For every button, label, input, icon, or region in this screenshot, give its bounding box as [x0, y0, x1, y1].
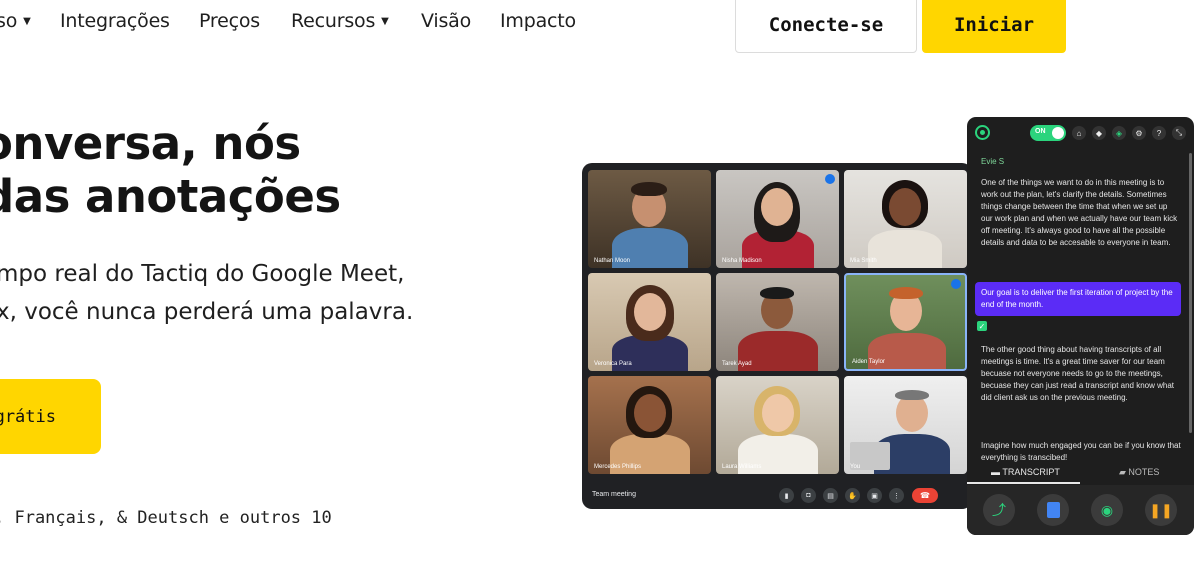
scrollbar	[1189, 153, 1192, 433]
tab-transcript-label: TRANSCRIPT	[1002, 467, 1060, 477]
eraser-icon: ◆	[1092, 126, 1106, 140]
tactiq-panel-illustration: ON ⌂ ◆ ◈ ⚙ ? ⤡ Evie S One of the things …	[967, 117, 1194, 535]
tactiq-logo-icon	[975, 125, 990, 140]
participant-tile: Aiden Taylor	[844, 273, 967, 371]
share-icon: ⤴	[983, 494, 1015, 526]
tab-transcript: ▬ TRANSCRIPT	[991, 467, 1060, 477]
participant-name: Laura Williams	[722, 464, 762, 470]
panel-tabs: ▬ TRANSCRIPT ▰ NOTES	[967, 463, 1194, 484]
participant-name: Aiden Taylor	[852, 359, 885, 365]
chevron-down-icon: ▼	[381, 16, 389, 27]
tab-notes: ▰ NOTES	[1119, 467, 1159, 478]
transcript-paragraph: The other good thing about having transc…	[981, 345, 1174, 402]
tactiq-toolbar: ON ⌂ ◆ ◈ ⚙ ? ⤡	[967, 117, 1194, 150]
end-call-icon: ☎	[912, 488, 938, 503]
participant-tile: You	[844, 376, 967, 474]
participant-name: Nathan Moon	[594, 258, 631, 264]
cta-free-button[interactable]: grátis	[0, 379, 101, 454]
speaker-name: Evie S	[981, 157, 1005, 166]
hero-subtext-line1: mpo real do Tactiq do Google Meet,	[0, 261, 405, 287]
nav-item-partial-label: so	[0, 10, 18, 32]
hero-subtext-line2: x, você nunca perderá uma palavra.	[0, 299, 414, 325]
camera-icon: ◉	[1091, 494, 1123, 526]
toggle-label: ON	[1035, 128, 1046, 135]
participant-name: Nisha Madison	[722, 258, 762, 264]
participant-name: You	[850, 464, 861, 470]
pause-icon: ❚❚	[1145, 494, 1177, 526]
nav-item-partial[interactable]: so ▼	[0, 10, 31, 32]
transcript-paragraph: One of the things we want to do in this …	[981, 178, 1178, 247]
shield-icon: ◈	[1112, 126, 1126, 140]
hero-heading-line2: das anotações	[0, 170, 341, 223]
participant-tile: Tarek Ayad	[716, 273, 839, 371]
hand-icon: ✋	[845, 488, 860, 503]
transcript-icon: ▬	[991, 467, 1003, 477]
check-icon: ✓	[977, 321, 987, 331]
on-toggle: ON	[1030, 125, 1066, 141]
camera-icon: ◘	[801, 488, 816, 503]
captions-icon: ▤	[823, 488, 838, 503]
highlighted-transcript: Our goal is to deliver the first iterati…	[975, 282, 1181, 316]
participant-tile: Mia Smith	[844, 170, 967, 268]
participant-tile: Mercedes Phillips	[588, 376, 711, 474]
transcript-paragraph: Imagine how much engaged you can be if y…	[981, 441, 1181, 462]
gear-icon: ⚙	[1132, 126, 1146, 140]
tab-notes-label: NOTES	[1128, 467, 1160, 477]
active-tab-underline	[967, 482, 1080, 484]
panel-footer: ⤴ ◉ ❚❚	[967, 485, 1194, 535]
login-button[interactable]: Conecte-se	[735, 0, 917, 53]
mic-icon: ▮	[779, 488, 794, 503]
participant-tile: Veronica Para	[588, 273, 711, 371]
participant-name: Mercedes Phillips	[594, 464, 642, 470]
meeting-title: Team meeting	[592, 491, 636, 498]
participant-name: Mia Smith	[850, 258, 877, 264]
nav-item-resources[interactable]: Recursos ▼	[291, 10, 389, 32]
meet-control-bar: Team meeting ▮ ◘ ▤ ✋ ▣ ⋮ ☎	[582, 483, 972, 509]
nav-item-integrations[interactable]: Integrações	[60, 10, 170, 32]
nav-item-impact[interactable]: Impacto	[500, 10, 576, 32]
languages-text: , Français, & Deutsch e outros 10	[0, 508, 332, 528]
present-icon: ▣	[867, 488, 882, 503]
speaking-icon	[825, 174, 835, 184]
participant-tile: Laura Williams	[716, 376, 839, 474]
meet-window-illustration: Nathan Moon Nisha Madison Mia Smith Vero…	[582, 163, 972, 509]
start-button[interactable]: Iniciar	[922, 0, 1066, 53]
participant-name: Tarek Ayad	[722, 361, 752, 367]
notes-icon: ▰	[1119, 467, 1129, 477]
participant-tile: Nisha Madison	[716, 170, 839, 268]
participant-name: Veronica Para	[594, 361, 632, 367]
speaking-icon	[951, 279, 961, 289]
toggle-knob	[1052, 127, 1064, 139]
chevron-down-icon: ▼	[23, 16, 31, 27]
participant-tile: Nathan Moon	[588, 170, 711, 268]
more-icon: ⋮	[889, 488, 904, 503]
docs-icon	[1037, 494, 1069, 526]
nav-item-resources-label: Recursos	[291, 10, 376, 32]
nav-item-pricing[interactable]: Preços	[199, 10, 260, 32]
hero-heading-line1: onversa, nós	[0, 117, 301, 170]
nav-item-vision[interactable]: Visão	[421, 10, 471, 32]
collapse-icon: ⤡	[1172, 126, 1186, 140]
help-icon: ?	[1152, 126, 1166, 140]
home-icon: ⌂	[1072, 126, 1086, 140]
